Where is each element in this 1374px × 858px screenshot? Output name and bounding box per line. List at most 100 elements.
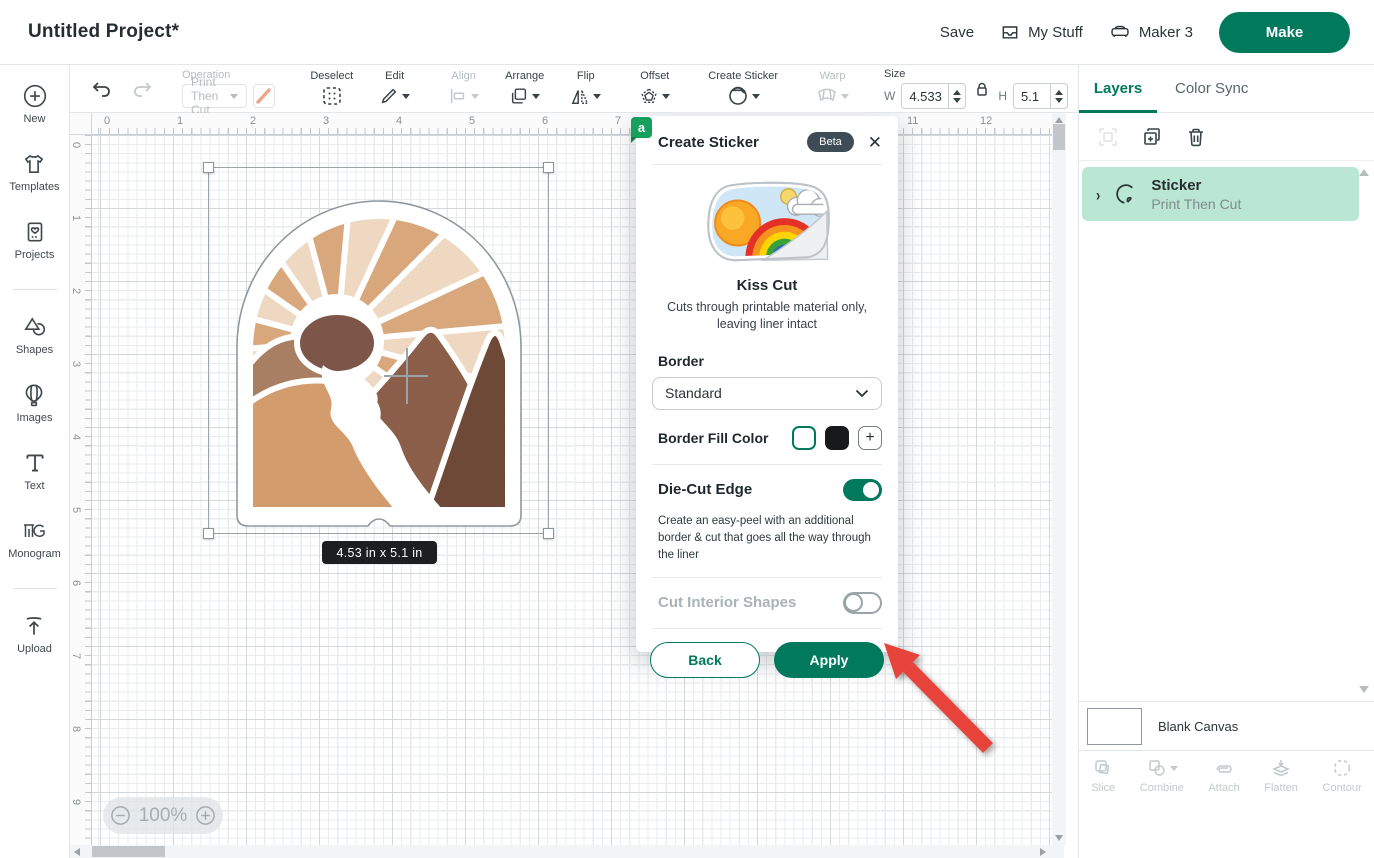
sidebar-item-projects[interactable]: Projects — [15, 219, 55, 261]
width-input[interactable] — [902, 88, 948, 105]
add-color-button[interactable]: + — [858, 426, 882, 450]
width-spin-buttons[interactable] — [948, 84, 965, 108]
slice-button[interactable]: Slice — [1091, 757, 1115, 794]
new-icon — [22, 83, 48, 109]
border-fill-white-swatch[interactable] — [792, 426, 816, 450]
border-label: Border — [658, 353, 882, 369]
delete-button[interactable] — [1185, 126, 1207, 148]
active-tab-underline — [1079, 110, 1157, 113]
combine-label: Combine — [1140, 782, 1184, 794]
contour-button[interactable]: Contour — [1323, 757, 1362, 794]
warp-button[interactable]: Warp — [816, 70, 849, 107]
templates-icon — [21, 151, 47, 177]
blank-canvas-row[interactable]: Blank Canvas — [1079, 701, 1374, 750]
sidebar-item-images[interactable]: Images — [16, 382, 52, 424]
cut-interior-toggle[interactable] — [843, 592, 882, 614]
border-select[interactable]: Standard — [652, 377, 882, 410]
operation-select[interactable]: Print Then Cut — [182, 84, 247, 108]
zoom-out-button[interactable] — [110, 805, 131, 826]
expand-chevron-icon[interactable]: › — [1096, 184, 1100, 204]
project-title: Untitled Project* — [28, 21, 179, 43]
selection-handle-bottom-left[interactable] — [203, 528, 214, 539]
chevron-down-icon — [593, 94, 601, 99]
redo-button[interactable] — [130, 79, 154, 99]
sidebar-item-monogram[interactable]: Monogram — [8, 518, 61, 560]
tab-layers[interactable]: Layers — [1079, 80, 1157, 97]
close-icon[interactable]: ✕ — [868, 134, 882, 151]
zoom-level: 100% — [139, 805, 188, 827]
selection-handle-top-left[interactable] — [203, 162, 214, 173]
dialog-header: Create Sticker Beta ✕ — [636, 116, 898, 164]
combine-icon — [1146, 757, 1168, 779]
arrange-button[interactable]: Arrange — [505, 70, 544, 107]
border-fill-section: Border Fill Color + — [636, 410, 898, 464]
my-stuff-icon — [1000, 22, 1020, 42]
sticker-layer-icon — [1113, 181, 1139, 207]
selected-artwork[interactable] — [208, 167, 549, 534]
selection-size-tag: 4.53 in x 5.1 in — [322, 541, 437, 564]
sticker-artwork[interactable] — [229, 179, 529, 532]
align-button[interactable]: Align — [448, 70, 479, 107]
save-button[interactable]: Save — [940, 24, 974, 41]
deselect-button[interactable]: Deselect — [310, 70, 353, 107]
canvas-vertical-scrollbar[interactable] — [1052, 113, 1066, 845]
horizontal-ruler: 012345678910111213 — [92, 113, 1052, 135]
height-input[interactable] — [1014, 88, 1050, 105]
sidebar-item-templates[interactable]: Templates — [9, 151, 59, 193]
slice-icon — [1092, 757, 1114, 779]
layer-item-sticker[interactable]: › Sticker Print Then Cut — [1082, 167, 1359, 221]
sidebar-item-upload[interactable]: Upload — [17, 613, 52, 655]
zoom-in-button[interactable] — [195, 805, 216, 826]
vertical-scroll-thumb[interactable] — [1053, 124, 1065, 150]
spin-down-icon — [953, 98, 961, 103]
scroll-left-icon[interactable] — [74, 848, 80, 856]
flatten-button[interactable]: Flatten — [1264, 757, 1298, 794]
scroll-down-icon[interactable] — [1055, 835, 1063, 841]
blank-canvas-swatch[interactable] — [1087, 708, 1142, 745]
aspect-lock[interactable] — [974, 82, 990, 97]
layer-actions-bar: Slice Combine Attach Flatten Contour — [1079, 750, 1374, 803]
height-spin-buttons[interactable] — [1050, 84, 1067, 108]
my-stuff-button[interactable]: My Stuff — [1000, 22, 1083, 42]
kiss-cut-title: Kiss Cut — [737, 277, 798, 294]
group-button[interactable] — [1097, 126, 1119, 148]
spin-down-icon — [1055, 98, 1063, 103]
machine-selector[interactable]: Maker 3 — [1109, 22, 1193, 42]
canvas-horizontal-scrollbar[interactable] — [70, 845, 1064, 858]
selection-handle-top-right[interactable] — [543, 162, 554, 173]
create-sticker-icon — [727, 85, 749, 107]
offset-button[interactable]: Offset — [639, 70, 670, 107]
contour-icon — [1331, 757, 1353, 779]
chevron-down-icon — [662, 94, 670, 99]
apply-button[interactable]: Apply — [774, 642, 884, 678]
top-bar: Untitled Project* Save My Stuff Maker 3 … — [0, 0, 1374, 65]
sidebar-item-text[interactable]: Text — [22, 450, 48, 492]
list-scroll-up-icon[interactable] — [1359, 169, 1369, 176]
create-sticker-button[interactable]: Create Sticker — [708, 70, 778, 107]
sidebar-item-new[interactable]: New — [22, 83, 48, 125]
operation-color-swatch[interactable] — [253, 84, 275, 108]
scroll-right-icon[interactable] — [1040, 848, 1046, 856]
sidebar-label-templates: Templates — [9, 181, 59, 193]
layer-subtitle: Print Then Cut — [1151, 196, 1241, 212]
attach-button[interactable]: Attach — [1208, 757, 1239, 794]
list-scroll-down-icon[interactable] — [1359, 686, 1369, 693]
tab-color-sync[interactable]: Color Sync — [1175, 80, 1248, 97]
border-fill-black-swatch[interactable] — [825, 426, 849, 450]
die-cut-toggle[interactable] — [843, 479, 882, 501]
make-button[interactable]: Make — [1219, 12, 1350, 53]
back-button[interactable]: Back — [650, 642, 760, 678]
border-fill-label: Border Fill Color — [658, 430, 768, 446]
scroll-up-icon[interactable] — [1055, 117, 1063, 123]
duplicate-button[interactable] — [1141, 126, 1163, 148]
flip-button[interactable]: Flip — [570, 70, 601, 107]
sidebar-item-shapes[interactable]: Shapes — [16, 314, 53, 356]
selection-handle-bottom-right[interactable] — [543, 528, 554, 539]
combine-button[interactable]: Combine — [1140, 757, 1184, 794]
toggle-knob — [844, 593, 863, 612]
chevron-down-icon — [1170, 766, 1178, 771]
undo-button[interactable] — [90, 79, 114, 99]
horizontal-scroll-thumb[interactable] — [92, 846, 165, 857]
deselect-label: Deselect — [310, 70, 353, 82]
edit-button[interactable]: Edit — [379, 70, 410, 107]
